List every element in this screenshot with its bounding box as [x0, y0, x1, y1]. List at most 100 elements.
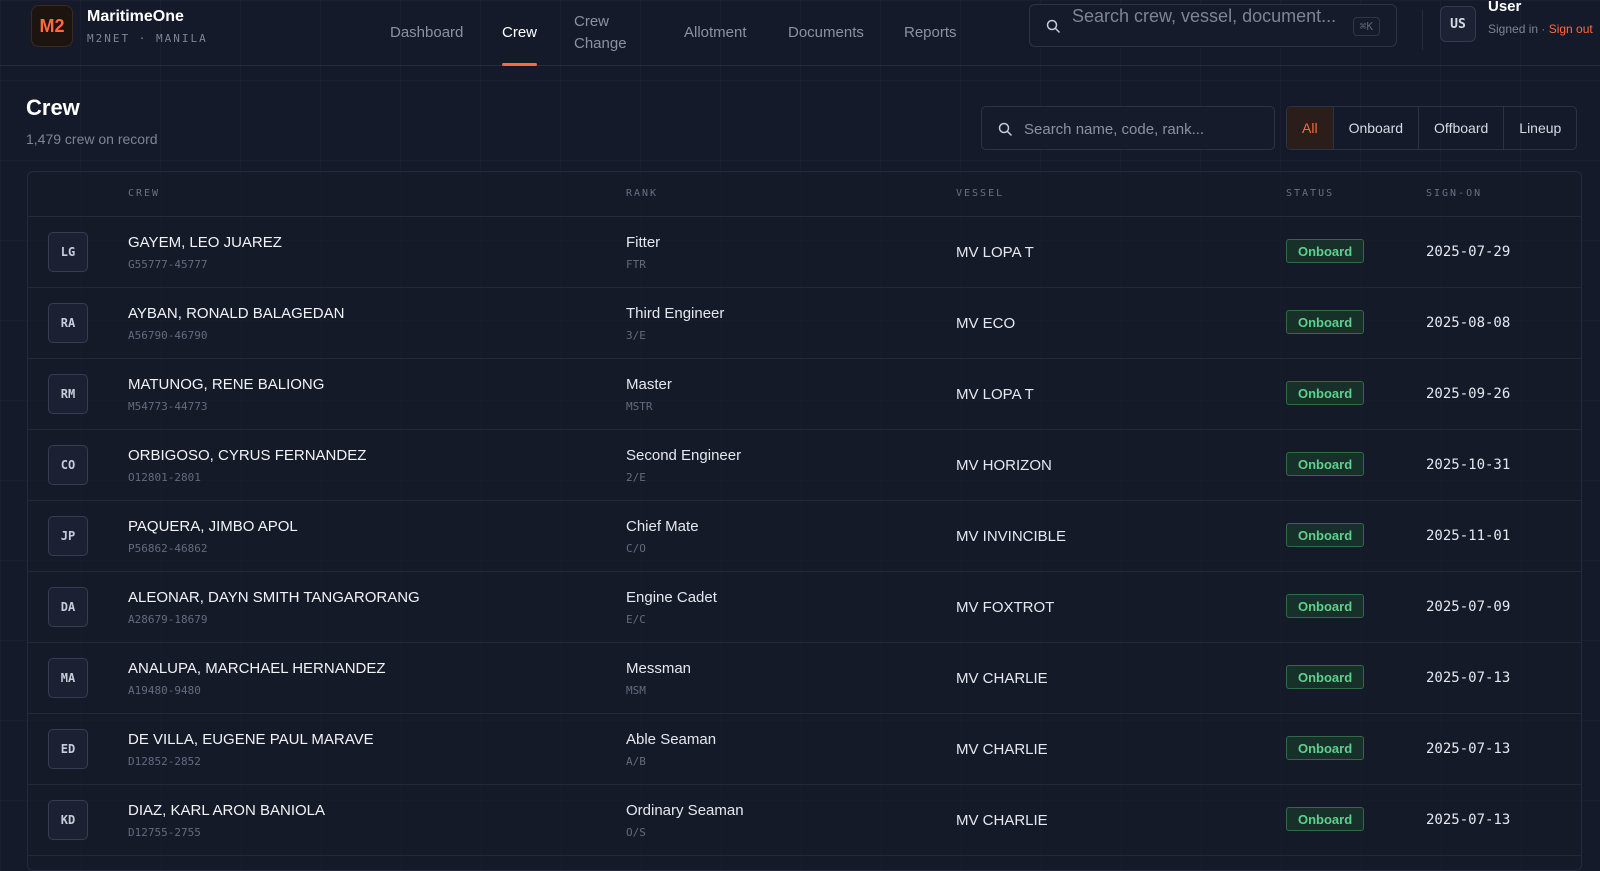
column-header-crew[interactable]: CREW	[128, 188, 160, 199]
nav-documents[interactable]: Documents	[788, 0, 864, 66]
rank-code: C/O	[626, 542, 646, 555]
search-icon	[1046, 19, 1060, 33]
rank-name: Chief Mate	[626, 518, 699, 535]
sign-on-date: 2025-10-31	[1426, 457, 1511, 473]
brand-subtitle: M2NET · MANILA	[87, 32, 208, 45]
crew-name[interactable]: ANALUPA, MARCHAEL HERNANDEZ	[128, 660, 386, 677]
filter-all[interactable]: All	[1287, 107, 1333, 149]
sign-on-date: 2025-07-09	[1426, 599, 1511, 615]
table-row[interactable]: KD DIAZ, KARL ARON BANIOLA D12755-2755 O…	[28, 785, 1581, 856]
rank-name: Messman	[626, 660, 692, 677]
crew-name[interactable]: PAQUERA, JIMBO APOL	[128, 518, 298, 535]
sign-on-date: 2025-11-01	[1426, 528, 1511, 544]
brand-logo[interactable]: M2	[31, 5, 73, 47]
nav-label: Crew	[502, 24, 538, 41]
vessel-name: MV CHARLIE	[956, 812, 1048, 829]
table-row[interactable]: JP PAQUERA, JIMBO APOL P56862-46862 Chie…	[28, 501, 1581, 572]
sign-on-date: 2025-07-29	[1426, 244, 1511, 260]
crew-name[interactable]: ALEONAR, DAYN SMITH TANGARORANG	[128, 589, 420, 606]
user-avatar[interactable]: US	[1440, 6, 1476, 42]
user-name: User	[1488, 0, 1522, 15]
rank-name: Engine Cadet	[626, 589, 717, 606]
user-status: Signed in · Sign out	[1488, 20, 1593, 38]
rank-code: 2/E	[626, 471, 646, 484]
vessel-name: MV HORIZON	[956, 457, 1052, 474]
nav-label: Dashboard	[390, 24, 464, 41]
status-badge: Onboard	[1286, 807, 1365, 831]
column-header-status[interactable]: STATUS	[1286, 188, 1334, 199]
crew-avatar: RA	[48, 303, 88, 343]
sign-on-date: 2025-07-13	[1426, 670, 1511, 686]
crew-count: 1,479 crew on record	[26, 131, 158, 147]
vessel-name: MV CHARLIE	[956, 670, 1048, 687]
nav-label: Allotment	[684, 24, 747, 41]
rank-name: Second Engineer	[626, 447, 742, 464]
nav-allotment[interactable]: Allotment	[684, 0, 747, 66]
rank-name: Master	[626, 376, 672, 393]
column-header-vessel[interactable]: VESSEL	[956, 188, 1004, 199]
top-bar: M2 MaritimeOne M2NET · MANILA Dashboard …	[0, 0, 1600, 66]
table-header: CREW RANK VESSEL STATUS SIGN-ON	[28, 172, 1581, 217]
rank-name: Fitter	[626, 234, 661, 251]
status-badge: Onboard	[1286, 736, 1365, 760]
crew-avatar: MA	[48, 658, 88, 698]
crew-avatar: KD	[48, 800, 88, 840]
column-header-sign-on[interactable]: SIGN-ON	[1426, 188, 1482, 199]
crew-avatar: JP	[48, 516, 88, 556]
rank-code: E/C	[626, 613, 646, 626]
status-badge: Onboard	[1286, 665, 1365, 689]
global-search-input[interactable]: Search crew, vessel, document... ⌘K	[1029, 4, 1397, 47]
global-search-placeholder: Search crew, vessel, document...	[1072, 6, 1337, 26]
sign-on-date: 2025-09-26	[1426, 386, 1511, 402]
sign-on-date: 2025-07-13	[1426, 741, 1511, 757]
table-row[interactable]: MA ANALUPA, MARCHAEL HERNANDEZ A19480-94…	[28, 643, 1581, 714]
sign-out-link[interactable]: Sign out	[1549, 22, 1593, 36]
crew-name[interactable]: GAYEM, LEO JUAREZ	[128, 234, 282, 251]
crew-code: A56790-46790	[128, 329, 208, 342]
crew-code: G55777-45777	[128, 258, 208, 271]
rank-code: A/B	[626, 755, 646, 768]
brand-name: MaritimeOne	[87, 8, 184, 25]
vessel-name: MV FOXTROT	[956, 599, 1055, 616]
crew-name[interactable]: ORBIGOSO, CYRUS FERNANDEZ	[128, 447, 366, 464]
nav-dashboard[interactable]: Dashboard	[390, 0, 463, 66]
table-row[interactable]: DA ALEONAR, DAYN SMITH TANGARORANG A2867…	[28, 572, 1581, 643]
table-row[interactable]: ED DE VILLA, EUGENE PAUL MARAVE D12852-2…	[28, 714, 1581, 785]
table-row[interactable]: LG GAYEM, LEO JUAREZ G55777-45777 Fitter…	[28, 217, 1581, 288]
signed-in-text: Signed in ·	[1488, 22, 1549, 36]
crew-code: A28679-18679	[128, 613, 208, 626]
crew-code: D12852-2852	[128, 755, 201, 768]
status-filter-group: All Onboard Offboard Lineup	[1286, 106, 1578, 150]
filter-offboard[interactable]: Offboard	[1418, 107, 1503, 149]
nav-reports[interactable]: Reports	[904, 0, 957, 66]
rank-code: MSTR	[626, 400, 653, 413]
status-badge: Onboard	[1286, 523, 1365, 547]
nav-label: Documents	[788, 24, 864, 41]
search-shortcut-hint: ⌘K	[1352, 17, 1380, 36]
nav-crew[interactable]: Crew	[502, 0, 538, 66]
crew-name[interactable]: MATUNOG, RENE BALIONG	[128, 376, 324, 393]
status-badge: Onboard	[1286, 452, 1365, 476]
table-row[interactable]: RM MATUNOG, RENE BALIONG M54773-44773 Ma…	[28, 359, 1581, 430]
rank-code: 3/E	[626, 329, 646, 342]
crew-name[interactable]: DE VILLA, EUGENE PAUL MARAVE	[128, 731, 374, 748]
nav-label: Crew Change	[574, 13, 627, 52]
table-row[interactable]: RA AYBAN, RONALD BALAGEDAN A56790-46790 …	[28, 288, 1581, 359]
crew-avatar: ED	[48, 729, 88, 769]
crew-search-input[interactable]	[1022, 107, 1266, 151]
nav-crew-change[interactable]: Crew Change	[574, 0, 644, 66]
table-row[interactable]: CO ORBIGOSO, CYRUS FERNANDEZ O12801-2801…	[28, 430, 1581, 501]
crew-search-box[interactable]	[981, 106, 1275, 151]
crew-name[interactable]: DIAZ, KARL ARON BANIOLA	[128, 802, 325, 819]
filter-onboard[interactable]: Onboard	[1332, 107, 1418, 149]
vessel-name: MV CHARLIE	[956, 741, 1048, 758]
crew-table: CREW RANK VESSEL STATUS SIGN-ON LG GAYEM…	[27, 171, 1582, 871]
crew-name[interactable]: AYBAN, RONALD BALAGEDAN	[128, 305, 344, 322]
vessel-name: MV LOPA T	[956, 244, 1034, 261]
nav-label: Reports	[904, 24, 957, 41]
crew-code: O12801-2801	[128, 471, 201, 484]
crew-avatar: DA	[48, 587, 88, 627]
sign-on-date: 2025-07-13	[1426, 812, 1511, 828]
column-header-rank[interactable]: RANK	[626, 188, 658, 199]
filter-lineup[interactable]: Lineup	[1503, 107, 1576, 149]
